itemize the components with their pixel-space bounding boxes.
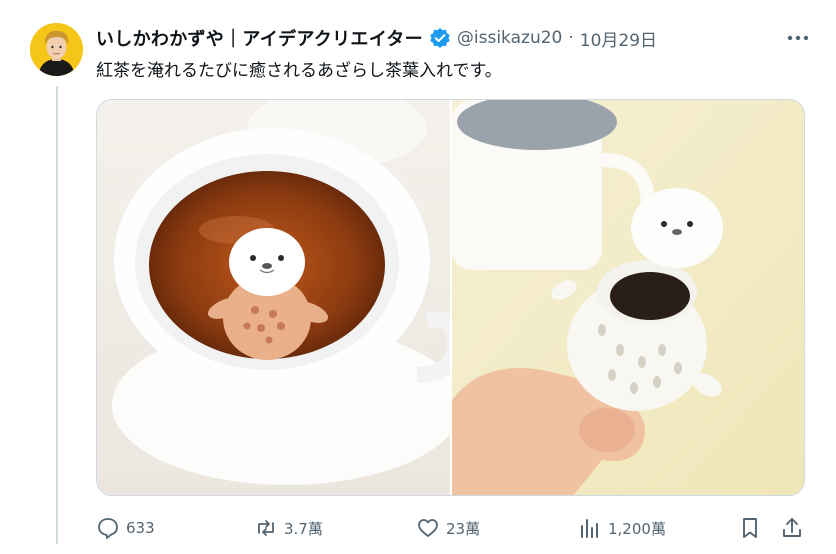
verified-badge-icon [429,27,451,49]
display-name[interactable]: いしかわかずや｜アイデアクリエイター [96,25,423,51]
share-icon [780,516,804,540]
retweet-button[interactable]: 3.7萬 [254,512,323,544]
like-button[interactable]: 23萬 [416,512,480,544]
bookmark-icon [738,516,762,540]
retweet-icon [254,516,278,540]
reply-count: 633 [126,519,155,537]
more-options-icon[interactable] [784,24,812,52]
photo-seal-tea-infuser-in-cup[interactable] [97,100,450,495]
tweet: いしかわかずや｜アイデアクリエイター @issikazu20 · 10月29日 … [0,0,836,554]
like-count: 23萬 [446,519,481,538]
tweet-header: いしかわかずや｜アイデアクリエイター @issikazu20 · 10月29日 [96,24,812,52]
media-grid [96,99,805,496]
timestamp[interactable]: 10月29日 [580,26,657,51]
photo-seal-tea-infuser-in-hand[interactable] [452,100,804,495]
avatar[interactable] [30,23,83,76]
retweet-count: 3.7萬 [284,519,323,538]
thread-line [56,86,58,544]
views-button[interactable]: 1,200萬 [578,512,666,544]
views-icon [578,516,602,540]
reply-icon [96,516,120,540]
like-icon [416,516,440,540]
share-button[interactable] [780,512,810,544]
handle[interactable]: @issikazu20 [457,28,562,48]
bookmark-button[interactable] [738,512,768,544]
reply-button[interactable]: 633 [96,512,155,544]
separator-dot: · [568,28,574,48]
view-count: 1,200萬 [608,519,666,538]
action-bar: 633 3.7萬 23萬 1,200萬 [96,512,812,544]
tweet-text: 紅茶を淹れるたびに癒されるあざらし茶葉入れです。 [96,61,502,81]
